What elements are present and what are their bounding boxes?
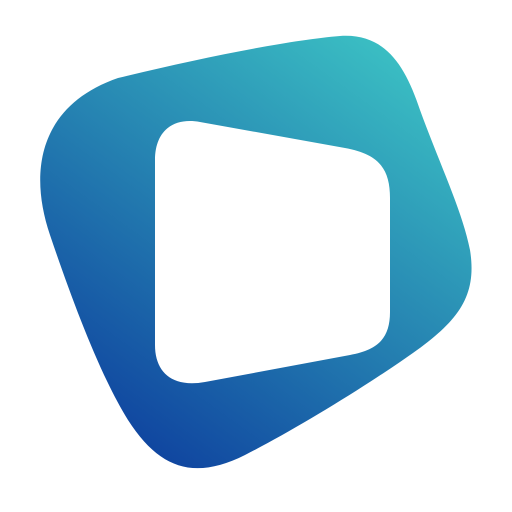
logo-inner-window: [155, 121, 390, 384]
logo-canvas: [0, 0, 512, 512]
app-logo-icon: [40, 35, 472, 469]
